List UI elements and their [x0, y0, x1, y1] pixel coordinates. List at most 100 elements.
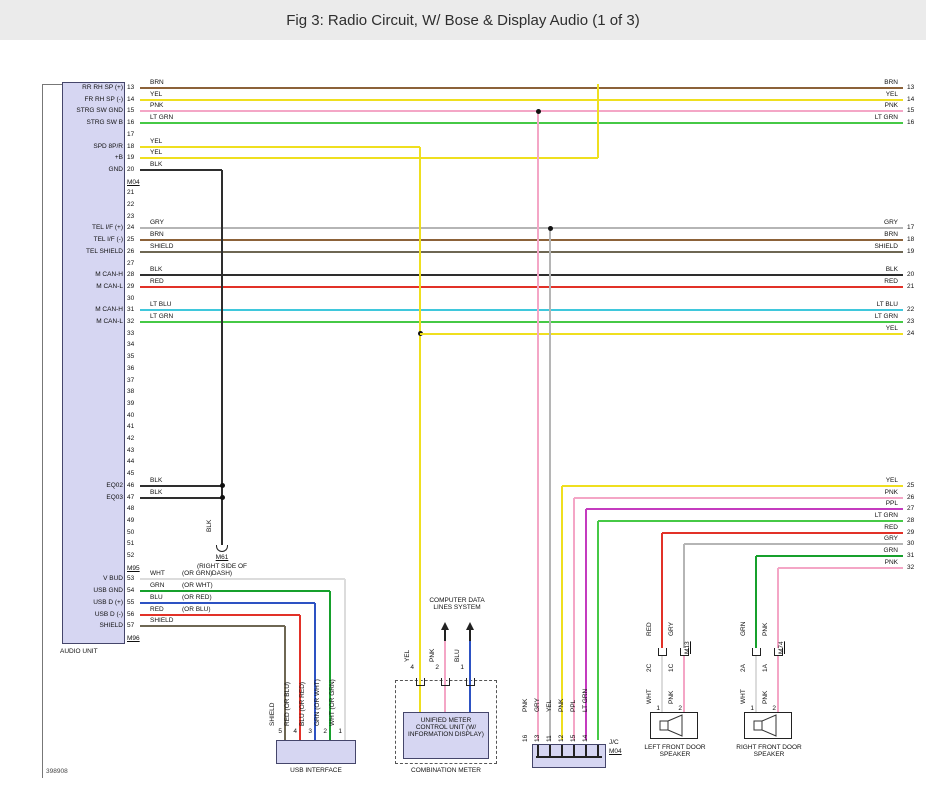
connector-label: M13 [684, 641, 691, 654]
exit-pin-number: 17 [907, 224, 914, 231]
exit-pin-number: 20 [907, 271, 914, 278]
conn-pin-label: 1C [668, 664, 675, 672]
signal-label: SHIELD [100, 622, 123, 629]
pin-number: 15 [127, 107, 134, 114]
wire-color-label: PNK [885, 489, 898, 496]
connector-bracket [441, 678, 450, 686]
pin-number: 23 [127, 213, 134, 220]
wire-color-label: SHIELD [150, 617, 173, 624]
pin-number: 24 [127, 224, 134, 231]
signal-label: STRG SW B [87, 119, 123, 126]
wire-color-alt-label: (OR GRN) [182, 570, 212, 577]
arrow-up [466, 622, 474, 630]
wire-h [574, 497, 903, 499]
junction-dot [536, 109, 541, 114]
pin-number: 2 [678, 705, 682, 712]
conn-pin-label: 1A [762, 664, 769, 672]
jc-pin-number: 13 [534, 735, 541, 742]
signal-label: SPD 8P/R [93, 143, 123, 150]
wire-color-label: WHT [740, 689, 747, 704]
signal-label: GND [109, 166, 123, 173]
pin-number: 30 [127, 295, 134, 302]
exit-pin-number: 13 [907, 84, 914, 91]
wire-color-label: GRN [150, 582, 164, 589]
wire-v [549, 228, 551, 740]
speaker-icon [745, 713, 791, 738]
pin-number: 49 [127, 517, 134, 524]
wire-h [684, 543, 903, 545]
exit-pin-number: 26 [907, 494, 914, 501]
signal-label: USB D (+) [93, 599, 123, 606]
pin-number: 55 [127, 599, 134, 606]
jc-name: M04 [609, 748, 622, 755]
wire-h [140, 251, 903, 253]
wire-color-label: BRN [150, 79, 164, 86]
signal-label: FR RH SP (-) [84, 96, 123, 103]
wire-color-label: SHIELD [150, 243, 173, 250]
wire-v [755, 656, 757, 712]
connector-label: M96 [127, 635, 140, 642]
wire-color-label: LT GRN [582, 689, 589, 712]
wire-v [661, 656, 663, 712]
signal-label: M CAN-L [96, 318, 123, 325]
signal-label: USB GND [93, 587, 123, 594]
wire-color-label: GRN [740, 622, 747, 636]
wire-color-label: RED [646, 622, 653, 636]
pin-number: 33 [127, 330, 134, 337]
wire-v [683, 544, 685, 648]
pin-number: 41 [127, 423, 134, 430]
wire-color-label: GRY [884, 219, 898, 226]
arrow-up [441, 622, 449, 630]
wire-color-label: RED [884, 524, 898, 531]
wire-color-label: YEL [886, 477, 898, 484]
usb-interface-label: USB INTERFACE [276, 767, 356, 774]
signal-label: TEL I/F (-) [94, 236, 123, 243]
wire-color-label: GRN [884, 547, 898, 554]
pin-number: 32 [127, 318, 134, 325]
wire-h [140, 157, 598, 159]
wire-h [140, 309, 903, 311]
wire-color-label: PPL [570, 700, 577, 712]
junction-dot [220, 483, 225, 488]
frame-top-corner [42, 84, 62, 85]
pin-number: 16 [127, 119, 134, 126]
wire-h [140, 286, 903, 288]
ground-label: M61 [216, 554, 229, 561]
wire-color-label: PPL [886, 500, 898, 507]
signal-label: V BUD [103, 575, 123, 582]
pin-number: 20 [127, 166, 134, 173]
diagram-canvas: AUDIO UNIT M61 (RIGHT SIDE OF DASH) USB … [0, 0, 926, 797]
pin-number: 2 [772, 705, 776, 712]
pin-number: 2 [323, 728, 327, 735]
pin-number: 1 [750, 705, 754, 712]
pin-number: 45 [127, 470, 134, 477]
wire-color-label: PNK [558, 699, 565, 712]
signal-label: RR RH SP (+) [82, 84, 123, 91]
wire-v [419, 147, 421, 713]
pin-number: 2 [435, 664, 439, 671]
connector-label: M95 [127, 565, 140, 572]
pin-number: 40 [127, 412, 134, 419]
wire-color-label: YEL [546, 700, 553, 712]
wire-color-label: RED [150, 278, 164, 285]
connector-bracket [466, 678, 475, 686]
wire-h [140, 614, 300, 616]
wire-color-label: LT BLU [150, 301, 171, 308]
wire-color-label: BLK [150, 161, 162, 168]
pin-number: 38 [127, 388, 134, 395]
wire-color-label: BLK [206, 520, 213, 532]
wire-color-label: WHT [646, 689, 653, 704]
wire-color-label: YEL [886, 91, 898, 98]
signal-label: EQ03 [106, 494, 123, 501]
conn-pin-label: 2A [740, 664, 747, 672]
wire-color-label: PNK [885, 559, 898, 566]
wire-color-label: GRY [884, 535, 898, 542]
left-speaker-box [650, 712, 698, 739]
wire-color-label: PNK [522, 699, 529, 712]
exit-pin-number: 18 [907, 236, 914, 243]
wire-v [221, 170, 223, 545]
pin-number: 43 [127, 447, 134, 454]
wire-color-label: YEL [150, 138, 162, 145]
exit-pin-number: 23 [907, 318, 914, 325]
pin-number: 57 [127, 622, 134, 629]
